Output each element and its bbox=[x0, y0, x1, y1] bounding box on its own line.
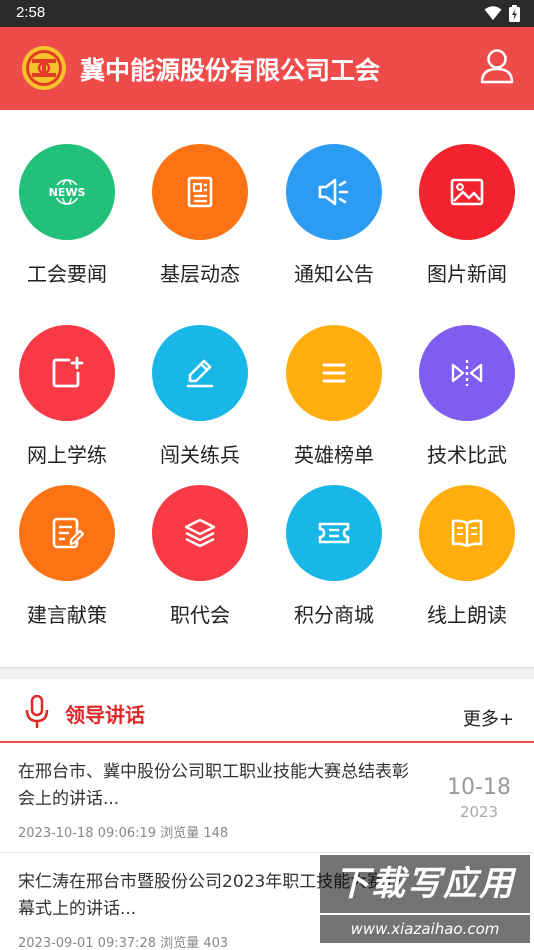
section-header: 领导讲话 更多+ bbox=[0, 679, 534, 743]
menu-item[interactable]: 职代会 bbox=[133, 485, 267, 628]
menu-item[interactable]: 技术比武 bbox=[400, 325, 534, 468]
menu-item-label: 基层动态 bbox=[160, 262, 240, 286]
news-title-line: 在邢台市、冀中股份公司职工职业技能大赛总结表彰 bbox=[18, 762, 409, 782]
menu-item[interactable]: 图片新闻 bbox=[400, 144, 534, 287]
news-icon: NEWS bbox=[19, 144, 115, 240]
news-date-md: 10-18 bbox=[447, 775, 511, 800]
menu-item[interactable]: NEWS 工会要闻 bbox=[0, 144, 134, 287]
book-icon bbox=[419, 485, 515, 581]
watermark-url: www.xiazaihao.com bbox=[320, 915, 530, 943]
menu-item-label: 英雄榜单 bbox=[294, 443, 374, 467]
image-icon bbox=[419, 144, 515, 240]
status-bar: 2:58 bbox=[0, 0, 534, 27]
news-date-year: 2023 bbox=[459, 803, 499, 821]
news-item[interactable]: 在邢台市、冀中股份公司职工职业技能大赛总结表彰 会上的讲话... 2023-10… bbox=[0, 743, 534, 853]
section-title: 领导讲话 bbox=[65, 703, 145, 727]
speaker-icon bbox=[286, 144, 382, 240]
menu-item-label: 建言献策 bbox=[27, 603, 107, 627]
menu-item-label: 通知公告 bbox=[294, 262, 374, 286]
menu-item[interactable]: 闯关练兵 bbox=[133, 325, 267, 468]
ticket-icon bbox=[286, 485, 382, 581]
news-datetime: 2023-10-18 09:06:19 bbox=[18, 826, 157, 841]
menu-item[interactable]: 线上朗读 bbox=[400, 485, 534, 628]
menu-item[interactable]: 积分商城 bbox=[267, 485, 401, 628]
menu-item-label: 技术比武 bbox=[427, 443, 507, 467]
news-datetime: 2023-09-01 09:37:28 bbox=[18, 936, 157, 950]
microphone-icon bbox=[25, 695, 49, 728]
wifi-icon bbox=[484, 6, 502, 20]
news-views: 403 bbox=[203, 936, 229, 950]
watermark-title: 下载写应用 bbox=[320, 855, 530, 913]
menu-item[interactable]: 通知公告 bbox=[267, 144, 401, 287]
battery-charging-icon bbox=[509, 5, 520, 22]
add-note-icon bbox=[19, 325, 115, 421]
layers-icon bbox=[152, 485, 248, 581]
more-link[interactable]: 更多+ bbox=[463, 705, 514, 731]
menu-item-label: 工会要闻 bbox=[27, 262, 107, 286]
news-views-label: 浏览量 bbox=[160, 826, 200, 841]
app-bar: 冀中能源股份有限公司工会 bbox=[0, 27, 534, 110]
document-icon bbox=[152, 144, 248, 240]
news-meta: 2023-10-18 09:06:19 浏览量 148 bbox=[18, 822, 228, 841]
menu-item-label: 图片新闻 bbox=[427, 262, 507, 286]
menu-item[interactable]: 网上学练 bbox=[0, 325, 134, 468]
edit-note-icon bbox=[19, 485, 115, 581]
svg-text:NEWS: NEWS bbox=[49, 186, 86, 199]
watermark: 下载写应用 www.xiazaihao.com bbox=[320, 855, 530, 945]
menu-item-label: 职代会 bbox=[170, 603, 230, 627]
menu-item[interactable]: 建言献策 bbox=[0, 485, 134, 628]
status-time: 2:58 bbox=[16, 4, 46, 21]
news-meta: 2023-09-01 09:37:28 浏览量 403 bbox=[18, 932, 228, 950]
user-icon[interactable] bbox=[480, 48, 514, 84]
list-icon bbox=[286, 325, 382, 421]
menu-item-label: 线上朗读 bbox=[427, 603, 507, 627]
menu-item[interactable]: 英雄榜单 bbox=[267, 325, 401, 468]
news-title-line: 会上的讲话... bbox=[18, 789, 120, 809]
section-divider bbox=[0, 667, 534, 679]
menu-item-label: 积分商城 bbox=[294, 603, 374, 627]
news-views-label: 浏览量 bbox=[160, 936, 200, 950]
menu-item-label: 闯关练兵 bbox=[160, 443, 240, 467]
versus-icon bbox=[419, 325, 515, 421]
news-views: 148 bbox=[203, 826, 229, 841]
pencil-icon bbox=[152, 325, 248, 421]
app-title: 冀中能源股份有限公司工会 bbox=[80, 56, 381, 85]
menu-item-label: 网上学练 bbox=[27, 443, 107, 467]
menu-item[interactable]: 基层动态 bbox=[133, 144, 267, 287]
union-logo-icon bbox=[22, 46, 66, 90]
